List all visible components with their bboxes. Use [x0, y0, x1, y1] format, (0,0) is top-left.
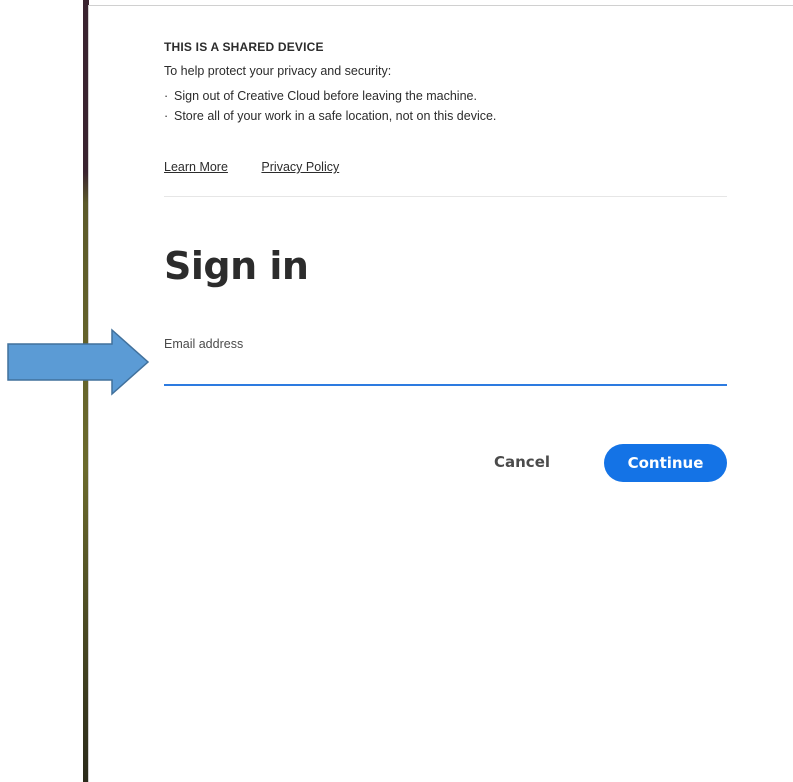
learn-more-link[interactable]: Learn More	[164, 160, 228, 174]
sign-in-dialog: THIS IS A SHARED DEVICE To help protect …	[88, 5, 793, 782]
page-title: Sign in	[164, 244, 309, 288]
notice-links: Learn More Privacy Policy	[164, 160, 339, 174]
notice-item: · Sign out of Creative Cloud before leavi…	[164, 86, 729, 106]
right-arrow-icon	[7, 328, 150, 396]
notice-intro: To help protect your privacy and securit…	[164, 64, 392, 78]
continue-button[interactable]: Continue	[604, 444, 727, 482]
notice-item-text: Store all of your work in a safe locatio…	[174, 109, 497, 123]
email-label: Email address	[164, 337, 244, 351]
cancel-button[interactable]: Cancel	[494, 453, 550, 471]
screen: THIS IS A SHARED DEVICE To help protect …	[0, 0, 793, 782]
notice-title: THIS IS A SHARED DEVICE	[164, 40, 324, 54]
bullet-icon: ·	[164, 89, 169, 103]
divider	[164, 196, 727, 197]
notice-item: · Store all of your work in a safe locati…	[164, 106, 729, 126]
notice-item-text: Sign out of Creative Cloud before leavin…	[174, 89, 477, 103]
bullet-icon: ·	[164, 109, 169, 123]
shared-device-notice: THIS IS A SHARED DEVICE To help protect …	[164, 40, 729, 126]
email-field[interactable]	[164, 356, 727, 386]
privacy-policy-link[interactable]: Privacy Policy	[261, 160, 339, 174]
notice-list: · Sign out of Creative Cloud before leavi…	[164, 86, 729, 126]
